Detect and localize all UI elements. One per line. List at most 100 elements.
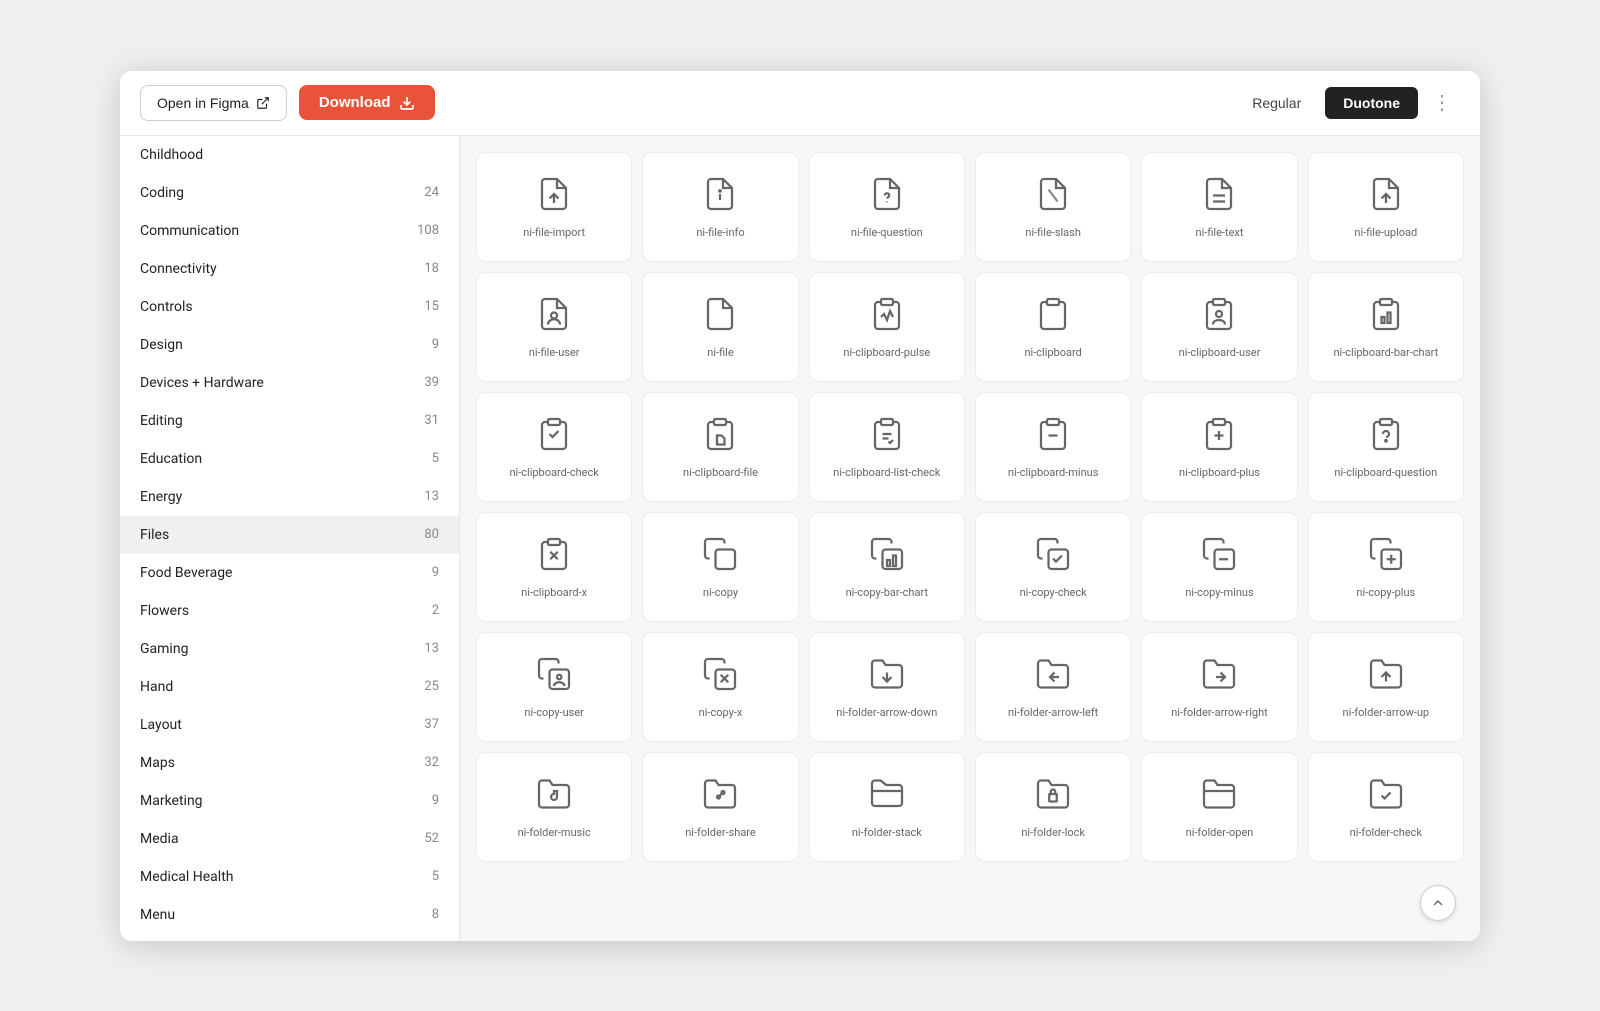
icon-card-ni-file-import[interactable]: ni-file-import: [476, 152, 632, 262]
icon-card-ni-clipboard-bar-chart[interactable]: ni-clipboard-bar-chart: [1308, 272, 1464, 382]
sidebar-item-devices-+-hardware[interactable]: Devices + Hardware 39: [120, 364, 459, 402]
icon-label: ni-file-text: [1196, 226, 1244, 240]
icon-label: ni-file-user: [529, 346, 580, 360]
clipboard-icon: [1035, 296, 1071, 346]
icon-card-ni-copy[interactable]: ni-copy: [642, 512, 798, 622]
icon-card-ni-copy-minus[interactable]: ni-copy-minus: [1141, 512, 1297, 622]
sidebar-item-energy[interactable]: Energy 13: [120, 478, 459, 516]
folder-share-icon: [702, 776, 738, 826]
sidebar-item-communication[interactable]: Communication 108: [120, 212, 459, 250]
open-figma-button[interactable]: Open in Figma: [140, 85, 287, 121]
sidebar-item-label: Gaming: [140, 641, 188, 657]
icon-card-ni-file-slash[interactable]: ni-file-slash: [975, 152, 1131, 262]
icon-label: ni-clipboard-user: [1179, 346, 1261, 360]
icon-label: ni-folder-open: [1186, 826, 1254, 840]
sidebar-item-count: 108: [417, 223, 439, 238]
icon-card-ni-folder-share[interactable]: ni-folder-share: [642, 752, 798, 862]
icon-card-ni-folder-arrow-left[interactable]: ni-folder-arrow-left: [975, 632, 1131, 742]
sidebar-item-design[interactable]: Design 9: [120, 326, 459, 364]
icon-label: ni-clipboard-bar-chart: [1333, 346, 1438, 360]
icon-card-ni-folder-open[interactable]: ni-folder-open: [1141, 752, 1297, 862]
sidebar-item-layout[interactable]: Layout 37: [120, 706, 459, 744]
icon-card-ni-clipboard-minus[interactable]: ni-clipboard-minus: [975, 392, 1131, 502]
sidebar-item-label: Layout: [140, 717, 182, 733]
header-right: Regular Duotone ⋮: [1234, 86, 1460, 119]
copy-plus-icon: [1368, 536, 1404, 586]
sidebar-item-count: 15: [424, 299, 439, 314]
icon-card-ni-clipboard-check[interactable]: ni-clipboard-check: [476, 392, 632, 502]
icon-card-ni-clipboard-list-check[interactable]: ni-clipboard-list-check: [809, 392, 965, 502]
icon-card-ni-copy-x[interactable]: ni-copy-x: [642, 632, 798, 742]
sidebar-item-label: Food Beverage: [140, 565, 232, 581]
icon-card-ni-folder-arrow-right[interactable]: ni-folder-arrow-right: [1141, 632, 1297, 742]
icon-label: ni-clipboard-minus: [1008, 466, 1099, 480]
icon-card-ni-clipboard-question[interactable]: ni-clipboard-question: [1308, 392, 1464, 502]
sidebar-item-files[interactable]: Files 80: [120, 516, 459, 554]
icon-grid-container[interactable]: ni-file-import ni-file-info ni-file-ques…: [460, 136, 1480, 941]
icon-label: ni-file-upload: [1354, 226, 1417, 240]
icon-card-ni-clipboard-x[interactable]: ni-clipboard-x: [476, 512, 632, 622]
icon-card-ni-folder-check[interactable]: ni-folder-check: [1308, 752, 1464, 862]
copy-minus-icon: [1201, 536, 1237, 586]
sidebar-item-marketing[interactable]: Marketing 9: [120, 782, 459, 820]
icon-label: ni-clipboard: [1024, 346, 1081, 360]
sidebar-item-label: Communication: [140, 223, 239, 239]
icon-card-ni-file-upload[interactable]: ni-file-upload: [1308, 152, 1464, 262]
icon-card-ni-folder-arrow-down[interactable]: ni-folder-arrow-down: [809, 632, 965, 742]
icon-card-ni-clipboard[interactable]: ni-clipboard: [975, 272, 1131, 382]
sidebar-item-menu[interactable]: Menu 8: [120, 896, 459, 934]
icon-card-ni-copy-user[interactable]: ni-copy-user: [476, 632, 632, 742]
sidebar-item-label: Media: [140, 831, 179, 847]
folder-arrow-up-icon: [1368, 656, 1404, 706]
clipboard-file-icon: [702, 416, 738, 466]
icon-card-ni-file-user[interactable]: ni-file-user: [476, 272, 632, 382]
sidebar-item-medical-health[interactable]: Medical Health 5: [120, 858, 459, 896]
sidebar-item-gaming[interactable]: Gaming 13: [120, 630, 459, 668]
icon-label: ni-folder-arrow-left: [1008, 706, 1098, 720]
icon-card-ni-clipboard-user[interactable]: ni-clipboard-user: [1141, 272, 1297, 382]
sidebar-item-count: 8: [432, 907, 439, 922]
tab-duotone[interactable]: Duotone: [1325, 87, 1418, 119]
scroll-top-button[interactable]: [1420, 885, 1456, 921]
icon-card-ni-folder-stack[interactable]: ni-folder-stack: [809, 752, 965, 862]
icon-label: ni-folder-arrow-up: [1343, 706, 1430, 720]
sidebar-item-childhood[interactable]: Childhood: [120, 136, 459, 174]
icon-label: ni-copy-minus: [1185, 586, 1253, 600]
sidebar-item-food-beverage[interactable]: Food Beverage 9: [120, 554, 459, 592]
clipboard-check-icon: [536, 416, 572, 466]
sidebar-item-education[interactable]: Education 5: [120, 440, 459, 478]
sidebar-item-hand[interactable]: Hand 25: [120, 668, 459, 706]
icon-card-ni-folder-arrow-up[interactable]: ni-folder-arrow-up: [1308, 632, 1464, 742]
icon-card-ni-folder-lock[interactable]: ni-folder-lock: [975, 752, 1131, 862]
icon-card-ni-copy-bar-chart[interactable]: ni-copy-bar-chart: [809, 512, 965, 622]
icon-card-ni-clipboard-plus[interactable]: ni-clipboard-plus: [1141, 392, 1297, 502]
icon-card-ni-file-info[interactable]: ni-file-info: [642, 152, 798, 262]
sidebar-item-flowers[interactable]: Flowers 2: [120, 592, 459, 630]
download-button[interactable]: Download: [299, 85, 435, 120]
tab-regular[interactable]: Regular: [1234, 87, 1319, 119]
sidebar-item-editing[interactable]: Editing 31: [120, 402, 459, 440]
sidebar-item-coding[interactable]: Coding 24: [120, 174, 459, 212]
file-info-icon: [702, 176, 738, 226]
copy-check-icon: [1035, 536, 1071, 586]
sidebar-item-label: Education: [140, 451, 202, 467]
icon-label: ni-copy-bar-chart: [846, 586, 929, 600]
icon-card-ni-file[interactable]: ni-file: [642, 272, 798, 382]
sidebar-item-maps[interactable]: Maps 32: [120, 744, 459, 782]
icon-card-ni-folder-music[interactable]: ni-folder-music: [476, 752, 632, 862]
more-options-button[interactable]: ⋮: [1424, 86, 1460, 119]
icon-card-ni-copy-plus[interactable]: ni-copy-plus: [1308, 512, 1464, 622]
icon-card-ni-copy-check[interactable]: ni-copy-check: [975, 512, 1131, 622]
icon-label: ni-folder-arrow-down: [836, 706, 937, 720]
sidebar-item-connectivity[interactable]: Connectivity 18: [120, 250, 459, 288]
icon-card-ni-clipboard-pulse[interactable]: ni-clipboard-pulse: [809, 272, 965, 382]
icon-card-ni-file-question[interactable]: ni-file-question: [809, 152, 965, 262]
icon-label: ni-file-slash: [1025, 226, 1081, 240]
sidebar-item-controls[interactable]: Controls 15: [120, 288, 459, 326]
icon-card-ni-file-text[interactable]: ni-file-text: [1141, 152, 1297, 262]
icon-card-ni-clipboard-file[interactable]: ni-clipboard-file: [642, 392, 798, 502]
sidebar-item-media[interactable]: Media 52: [120, 820, 459, 858]
icon-grid: ni-file-import ni-file-info ni-file-ques…: [476, 152, 1464, 862]
header: Open in Figma Download Regular Duotone ⋮: [120, 71, 1480, 136]
download-icon: [399, 95, 415, 111]
